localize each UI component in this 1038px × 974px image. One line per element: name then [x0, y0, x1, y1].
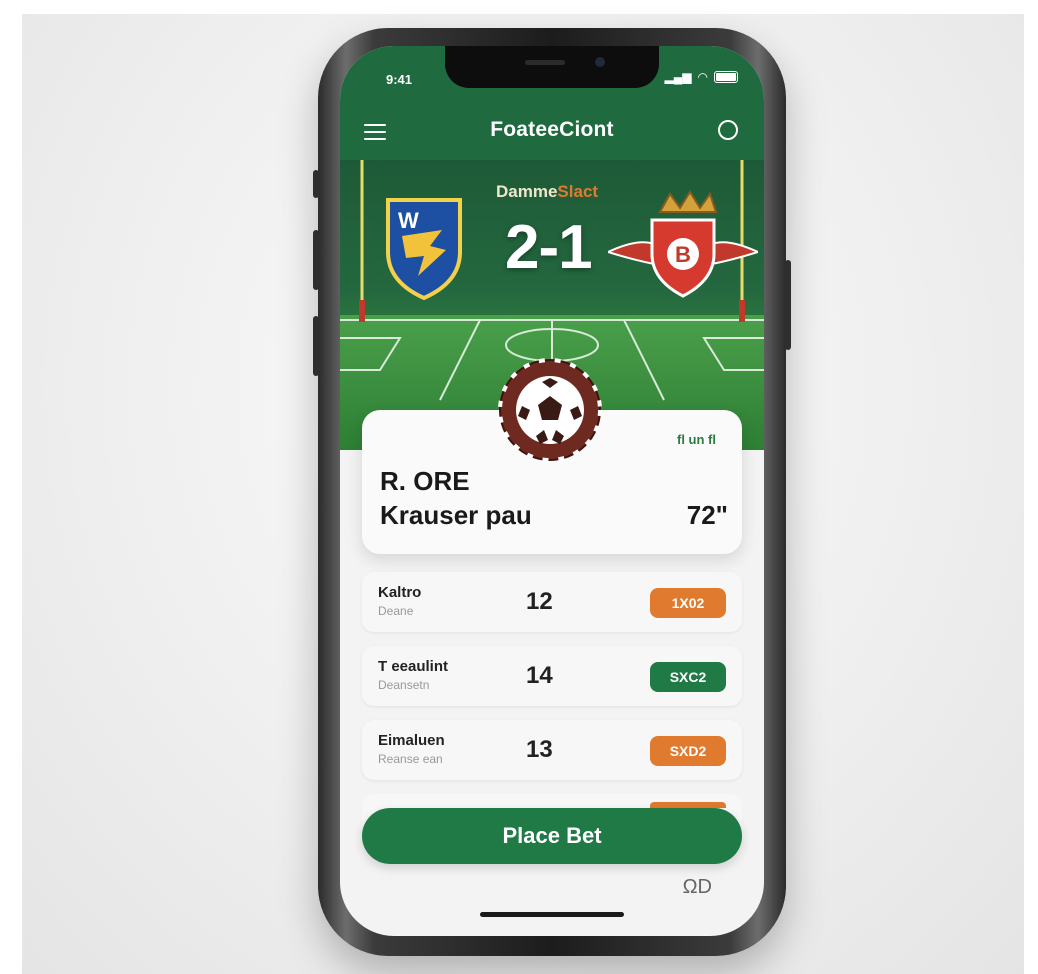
speaker [525, 60, 565, 65]
footer-action-icon[interactable]: ΩD [683, 876, 712, 899]
odds-bet-button[interactable]: SXC2 [650, 662, 726, 692]
soccer-ball-icon [498, 358, 602, 462]
match-minute: 72" [686, 500, 728, 530]
wifi-icon: ◠ [697, 70, 708, 84]
app-title: FoateeCiont [490, 118, 614, 141]
odds-market-sub: Reanse ean [378, 752, 443, 766]
home-team-crest-icon: W [386, 198, 462, 300]
place-bet-button[interactable]: Place Bet [362, 808, 742, 864]
match-score: 2-1 [505, 213, 593, 282]
odds-row[interactable]: T eeaulint Deansetn 14 SXC2 [362, 646, 742, 706]
phone-volume-up [313, 230, 319, 290]
odds-value: 13 [526, 736, 553, 763]
signal-icon: ▂▄▆ [664, 70, 692, 84]
profile-icon[interactable] [718, 120, 738, 140]
photo-border-top [0, 0, 1038, 14]
phone-screen: 9:41 ▂▄▆ ◠ FoateeCiont W B DammeSlact 2-… [340, 46, 764, 936]
notch [445, 46, 659, 88]
match-label-highlight: Slact [557, 182, 599, 201]
odds-market-sub: Deansetn [378, 678, 430, 692]
away-team-crest-icon: B [608, 190, 758, 298]
odds-bet-button[interactable]: SXD2 [650, 736, 726, 766]
odds-market-name: Eimaluen [378, 732, 445, 749]
odds-value: 14 [526, 662, 553, 689]
odds-market-name: Kaltro [378, 584, 422, 601]
match-label-main: Damme [496, 182, 558, 201]
svg-text:B: B [675, 242, 691, 267]
card-team-line-1: R. ORE [380, 466, 470, 496]
photo-border-left [0, 0, 22, 974]
match-label: DammeSlact [496, 182, 598, 202]
photo-border-right [1024, 0, 1038, 974]
card-team-line-2: Krauser pau [380, 500, 532, 530]
front-camera [595, 57, 605, 67]
odds-row[interactable]: Kaltro Deane 12 1X02 [362, 572, 742, 632]
phone-mute-switch [313, 170, 319, 198]
odds-market-name: T eeaulint [378, 658, 449, 675]
phone-volume-down [313, 316, 319, 376]
battery-icon [714, 71, 738, 83]
odds-value: 12 [526, 588, 553, 615]
phone-power-button [785, 260, 791, 350]
odds-market-sub: Deane [378, 604, 414, 618]
svg-text:W: W [398, 208, 419, 233]
status-time: 9:41 [386, 72, 413, 87]
status-icons: ▂▄▆ ◠ [665, 70, 738, 84]
odds-row[interactable]: Eimaluen Reanse ean 13 SXD2 [362, 720, 742, 780]
home-indicator[interactable] [480, 912, 624, 917]
live-indicator: fl un fl [677, 432, 716, 447]
odds-bet-button[interactable]: 1X02 [650, 588, 726, 618]
